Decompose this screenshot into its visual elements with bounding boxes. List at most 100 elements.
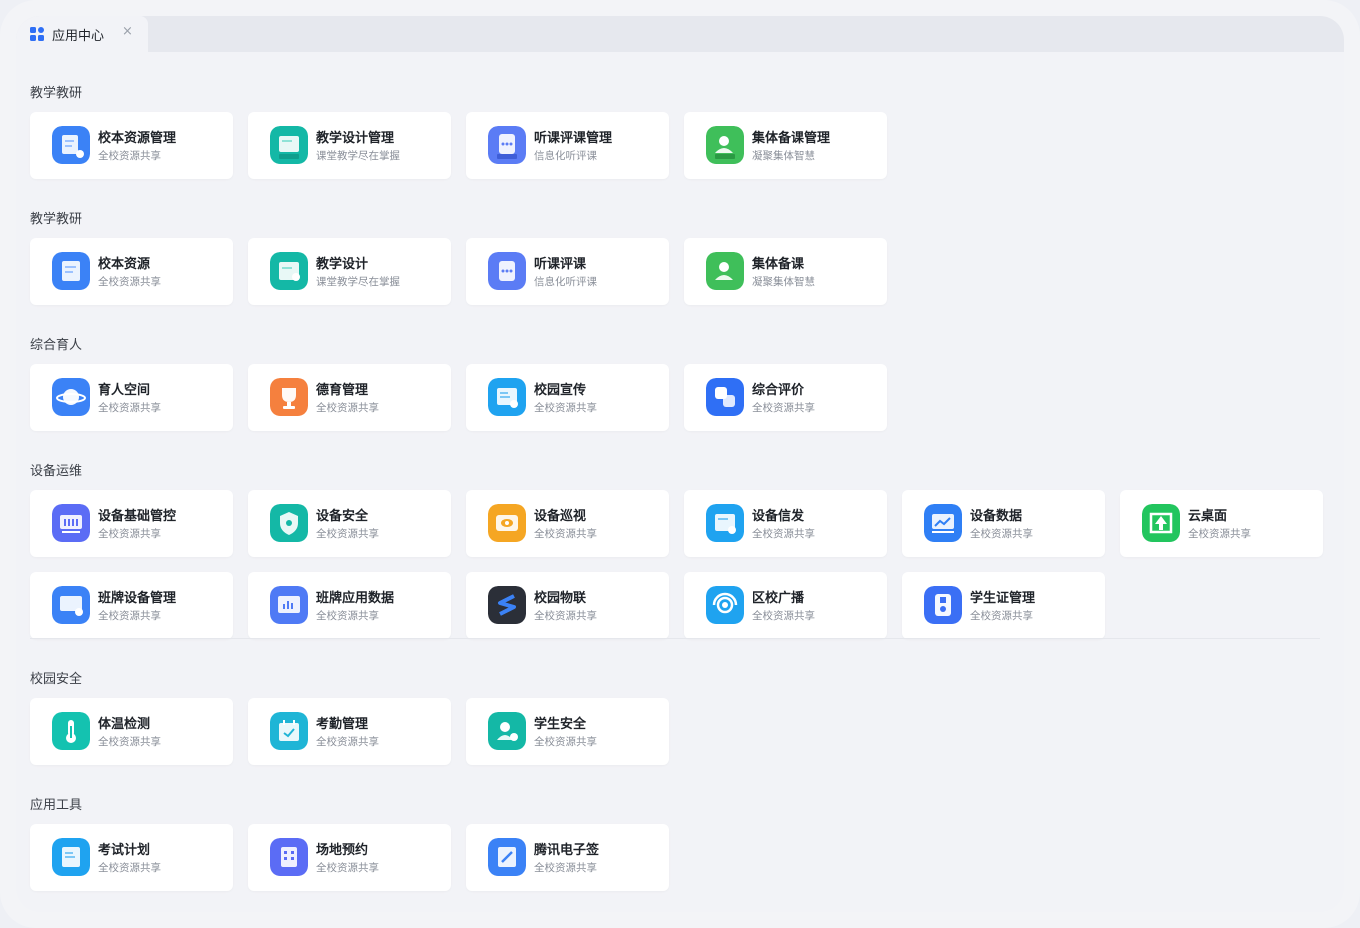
app-subtitle: 凝聚集体智慧 — [752, 150, 815, 162]
app-name: 综合评价 — [752, 383, 805, 398]
e-sign-icon — [488, 838, 526, 876]
app-card[interactable]: 设备数据 全校资源共享 — [902, 490, 1105, 557]
design-manage-icon — [270, 126, 308, 164]
broadcast-icon — [706, 586, 744, 624]
app-card[interactable]: 考试计划 全校资源共享 — [30, 824, 233, 891]
app-card[interactable]: 考勤管理全校资源共享 — [248, 698, 451, 765]
app-subtitle: 全校资源共享 — [316, 402, 379, 414]
device-control-icon — [52, 504, 90, 542]
app-name: 教学设计管理 — [316, 131, 395, 146]
app-card[interactable]: 班牌设备管理 全校资源共享 — [30, 572, 233, 639]
app-subtitle: 全校资源共享 — [98, 862, 161, 874]
calendar-check-icon — [270, 712, 308, 750]
app-card[interactable]: 育人空间全校资源共享 — [30, 364, 233, 431]
iot-icon — [488, 586, 526, 624]
app-card[interactable]: 教学设计课堂教学尽在掌握 — [248, 238, 451, 305]
cloud-desktop-icon — [1142, 504, 1180, 542]
app-card[interactable]: 腾讯电子签 全校资源共享 — [466, 824, 669, 891]
student-card-icon — [924, 586, 962, 624]
app-card[interactable]: 设备安全 全校资源共享 — [248, 490, 451, 557]
app-window: 应用中心 × 教学教研 校本资源管理 全校资源共享 教学设计管理 课堂教学尽在掌握 听课评… — [16, 16, 1344, 912]
app-name: 学生证管理 — [970, 591, 1036, 606]
evaluation-icon — [706, 378, 744, 416]
app-card[interactable]: 云桌面 全校资源共享 — [1120, 490, 1323, 557]
app-name: 设备巡视 — [534, 509, 587, 524]
close-icon[interactable]: × — [122, 24, 133, 39]
app-card[interactable]: 学生安全全校资源共享 — [466, 698, 669, 765]
app-name: 区校广播 — [752, 591, 805, 606]
board-device-icon — [52, 586, 90, 624]
app-subtitle: 课堂教学尽在掌握 — [316, 276, 400, 288]
app-name: 教学设计 — [316, 257, 369, 272]
doc-manage-icon — [52, 126, 90, 164]
app-subtitle: 全校资源共享 — [534, 402, 597, 414]
app-subtitle: 全校资源共享 — [752, 528, 815, 540]
app-name: 集体备课管理 — [752, 131, 831, 146]
app-card[interactable]: 教学设计管理 课堂教学尽在掌握 — [248, 112, 451, 179]
grid-icon — [30, 27, 44, 41]
campus-promo-icon — [488, 378, 526, 416]
app-name: 设备基础管控 — [98, 509, 177, 524]
app-subtitle: 全校资源共享 — [752, 610, 815, 622]
app-subtitle: 全校资源共享 — [534, 736, 597, 748]
app-name: 听课评课管理 — [534, 131, 613, 146]
app-subtitle: 凝聚集体智慧 — [752, 276, 815, 288]
app-subtitle: 全校资源共享 — [316, 862, 379, 874]
tab-app-center[interactable]: 应用中心 × — [16, 16, 148, 52]
design-icon — [270, 252, 308, 290]
app-subtitle: 全校资源共享 — [98, 276, 161, 288]
app-card[interactable]: 校园宣传 全校资源共享 — [466, 364, 669, 431]
app-name: 育人空间 — [98, 383, 151, 398]
app-card[interactable]: 体温检测 全校资源共享 — [30, 698, 233, 765]
app-name: 听课评课 — [534, 257, 587, 272]
app-card[interactable]: 设备基础管控 全校资源共享 — [30, 490, 233, 557]
app-card[interactable]: 听课评课管理 信息化听评课 — [466, 112, 669, 179]
app-card[interactable]: 场地预约 全校资源共享 — [248, 824, 451, 891]
tab-label: 应用中心 — [52, 29, 105, 44]
app-subtitle: 信息化听评课 — [534, 276, 597, 288]
section-title: 应用工具 — [30, 798, 83, 813]
app-name: 班牌应用数据 — [316, 591, 395, 606]
app-name: 设备数据 — [970, 509, 1023, 524]
app-name: 校本资源管理 — [98, 131, 177, 146]
app-subtitle: 全校资源共享 — [970, 610, 1033, 622]
shield-icon — [270, 504, 308, 542]
thermometer-icon — [52, 712, 90, 750]
lesson-manage-icon — [488, 126, 526, 164]
app-card[interactable]: 学生证管理全校资源共享 — [902, 572, 1105, 639]
app-name: 云桌面 — [1188, 509, 1228, 524]
app-card[interactable]: 设备信发 全校资源共享 — [684, 490, 887, 557]
app-subtitle: 全校资源共享 — [98, 528, 161, 540]
app-card[interactable]: 集体备课管理 凝聚集体智慧 — [684, 112, 887, 179]
divider — [30, 638, 1320, 639]
app-subtitle: 全校资源共享 — [752, 402, 815, 414]
app-name: 校园物联 — [534, 591, 587, 606]
app-name: 班牌设备管理 — [98, 591, 177, 606]
app-subtitle: 全校资源共享 — [534, 610, 597, 622]
app-card[interactable]: 校本资源管理 全校资源共享 — [30, 112, 233, 179]
app-name: 学生安全 — [534, 717, 587, 732]
section-title: 校园安全 — [30, 672, 83, 687]
exam-plan-icon — [52, 838, 90, 876]
app-name: 考勤管理 — [316, 717, 369, 732]
app-card[interactable]: 集体备课 凝聚集体智慧 — [684, 238, 887, 305]
app-name: 腾讯电子签 — [534, 843, 600, 858]
app-card[interactable]: 校园物联全校资源共享 — [466, 572, 669, 639]
app-subtitle: 全校资源共享 — [98, 150, 161, 162]
app-name: 德育管理 — [316, 383, 369, 398]
section-title: 教学教研 — [30, 212, 83, 227]
app-card[interactable]: 设备巡视 全校资源共享 — [466, 490, 669, 557]
lesson-icon — [488, 252, 526, 290]
app-card[interactable]: 校本资源 全校资源共享 — [30, 238, 233, 305]
app-subtitle: 全校资源共享 — [316, 736, 379, 748]
app-subtitle: 全校资源共享 — [98, 402, 161, 414]
app-card[interactable]: 班牌应用数据 全校资源共享 — [248, 572, 451, 639]
section-title: 教学教研 — [30, 86, 83, 101]
eye-icon — [488, 504, 526, 542]
app-card[interactable]: 德育管理全校资源共享 — [248, 364, 451, 431]
app-card[interactable]: 综合评价全校资源共享 — [684, 364, 887, 431]
app-card[interactable]: 区校广播全校资源共享 — [684, 572, 887, 639]
section-title: 综合育人 — [30, 338, 83, 353]
trophy-icon — [270, 378, 308, 416]
app-card[interactable]: 听课评课信息化听评课 — [466, 238, 669, 305]
